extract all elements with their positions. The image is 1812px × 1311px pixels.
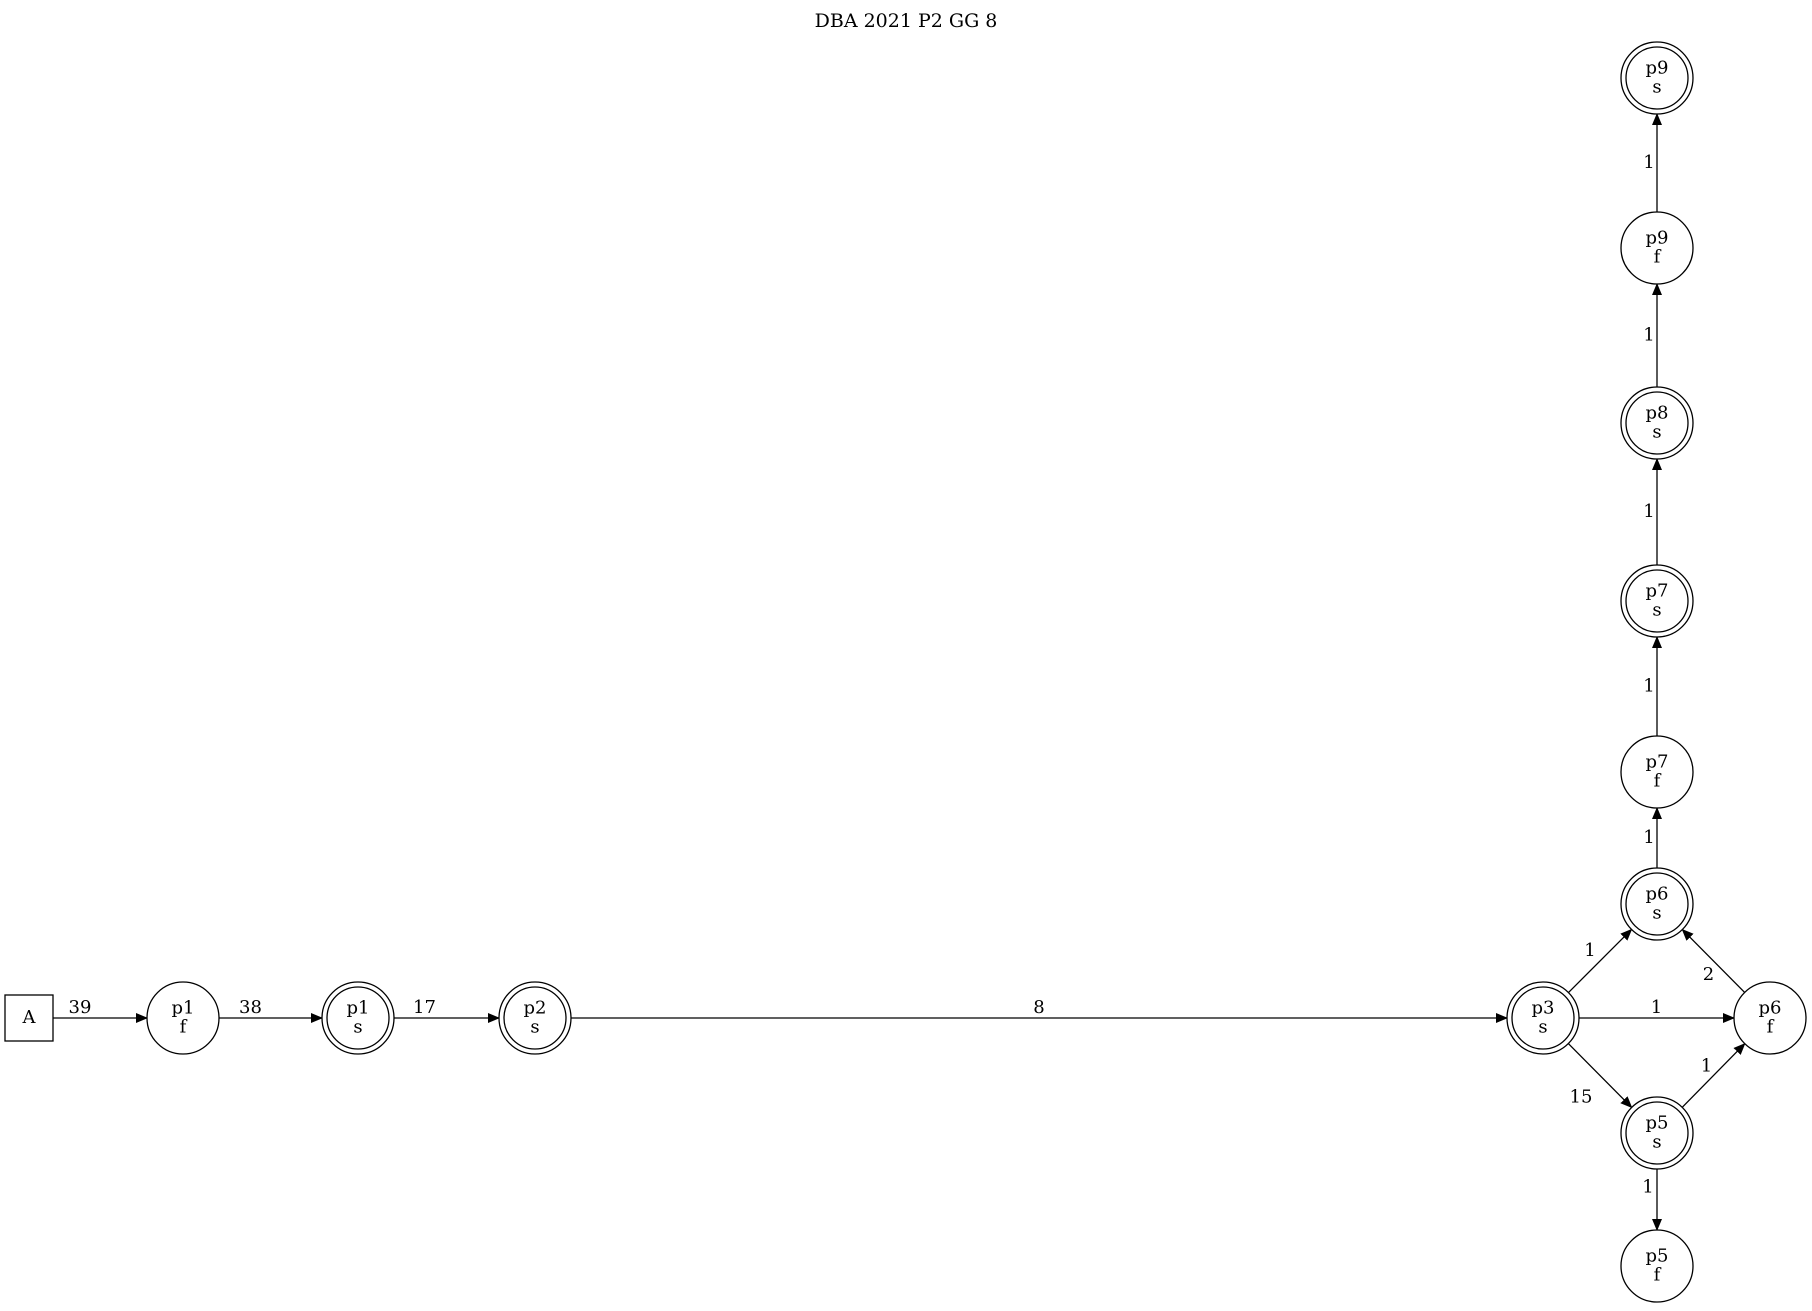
edge-label: 1 <box>1643 676 1654 697</box>
edge-label: 1 <box>1701 1056 1712 1077</box>
edge-label: 1 <box>1642 1177 1653 1198</box>
node-p2s: p2s <box>498 981 572 1055</box>
node-label: s <box>1652 77 1661 98</box>
edge-p3s-to-p6s <box>1567 928 1633 994</box>
nodes-layer: Ap1fp1sp2sp3sp6sp6fp5sp5fp7fp7sp8sp9fp9s <box>4 41 1807 1303</box>
node-label: s <box>1538 1017 1547 1038</box>
edge-label: 2 <box>1703 964 1714 985</box>
node-label: p1 <box>172 998 195 1019</box>
edge-label: 1 <box>1643 501 1654 522</box>
node-p7s: p7s <box>1620 564 1694 638</box>
node-label: p5 <box>1646 1113 1669 1134</box>
edge-label: 17 <box>413 997 436 1018</box>
node-label: s <box>1652 600 1661 621</box>
node-p6f: p6f <box>1733 981 1807 1055</box>
edge-p5s-to-p6f <box>1681 1042 1746 1108</box>
node-p9s: p9s <box>1620 41 1694 115</box>
node-p5s: p5s <box>1620 1096 1694 1170</box>
edge-label: 1 <box>1643 827 1654 848</box>
edge-label: 38 <box>239 997 262 1018</box>
node-p1f: p1f <box>146 981 220 1055</box>
node-label: A <box>22 1007 37 1028</box>
node-label: p6 <box>1646 884 1669 905</box>
node-label: p9 <box>1646 228 1669 249</box>
node-p6s: p6s <box>1620 867 1694 941</box>
edge-label: 8 <box>1033 997 1044 1018</box>
node-label: p7 <box>1646 581 1669 602</box>
diagram-title: DBA 2021 P2 GG 8 <box>815 10 998 32</box>
node-p1s: p1s <box>321 981 395 1055</box>
state-diagram: DBA 2021 P2 GG 8 39 38 17 8 1 1 15 2 1 1 1 1 1 1 1 Ap1… <box>0 0 1812 1306</box>
node-label: p6 <box>1759 998 1782 1019</box>
edges-layer: 39 38 17 8 1 1 15 2 1 1 1 1 1 1 1 <box>53 113 1746 1231</box>
edge-label: 39 <box>69 997 92 1018</box>
node-label: p7 <box>1646 752 1669 773</box>
node-label: s <box>1652 903 1661 924</box>
edge-label: 1 <box>1643 152 1654 173</box>
node-p5f: p5f <box>1620 1229 1694 1303</box>
node-label: p1 <box>347 998 370 1019</box>
node-label: s <box>353 1017 362 1038</box>
node-label: s <box>530 1017 539 1038</box>
node-p3s: p3s <box>1506 981 1580 1055</box>
edge-label: 1 <box>1651 997 1662 1018</box>
edge-label: 15 <box>1570 1087 1593 1108</box>
edge-label: 1 <box>1584 940 1595 961</box>
node-label: p9 <box>1646 58 1669 79</box>
node-label: p3 <box>1532 998 1555 1019</box>
node-label: s <box>1652 422 1661 443</box>
node-label: p8 <box>1646 403 1669 424</box>
node-label: s <box>1652 1132 1661 1153</box>
node-label: p2 <box>524 998 547 1019</box>
edge-label: 1 <box>1643 325 1654 346</box>
node-p9f: p9f <box>1620 211 1694 285</box>
node-label: p5 <box>1646 1246 1669 1267</box>
node-p8s: p8s <box>1620 386 1694 460</box>
node-A: A <box>4 994 54 1042</box>
diagram-canvas: DBA 2021 P2 GG 8 39 38 17 8 1 1 15 2 1 1 1 1 1 1 1 Ap1… <box>4 10 1807 1303</box>
node-p7f: p7f <box>1620 735 1694 809</box>
